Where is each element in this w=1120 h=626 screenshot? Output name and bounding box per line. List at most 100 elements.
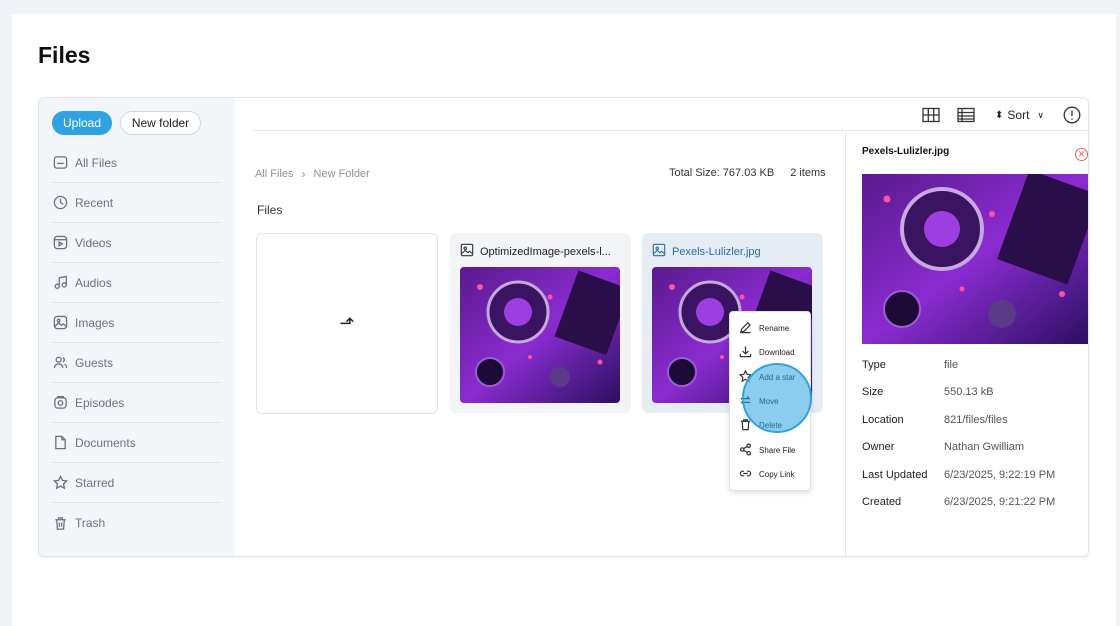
sidebar-item-label: Episodes xyxy=(75,395,125,410)
details-title: Pexels-Lulizler.jpg xyxy=(862,146,950,157)
sidebar-item-recent[interactable]: Recent xyxy=(52,183,222,223)
upload-button[interactable]: Upload xyxy=(52,111,112,135)
sidebar-item-episodes[interactable]: Episodes xyxy=(52,383,222,423)
sidebar-item-label: Starred xyxy=(75,475,115,490)
meta-value: file xyxy=(944,358,959,371)
image-icon xyxy=(460,243,474,260)
sidebar-item-label: Images xyxy=(75,315,115,330)
page-title: Files xyxy=(38,42,91,68)
pencil-icon xyxy=(739,321,752,336)
meta-row-created: Created 6/23/2025, 9:21:22 PM xyxy=(862,489,1082,517)
clock-icon xyxy=(52,195,68,211)
breadcrumb-root[interactable]: All Files xyxy=(255,168,294,180)
sidebar-item-label: Trash xyxy=(75,516,106,530)
meta-value: Nathan Gwilliam xyxy=(944,441,1025,454)
file-preview xyxy=(862,174,1088,344)
context-menu: Rename Download Add a star Move Delete S… xyxy=(729,311,811,491)
sort-dropdown[interactable]: ⬍ Sort ∨ xyxy=(995,106,1044,124)
breadcrumb-current[interactable]: New Folder xyxy=(314,168,370,180)
menu-item-label: Rename xyxy=(759,323,790,333)
move-icon xyxy=(739,394,752,409)
chevron-down-icon: ∨ xyxy=(1037,109,1044,120)
menu-item-label: Delete xyxy=(759,420,783,430)
sort-arrows-icon: ⬍ xyxy=(995,109,1004,121)
menu-item-label: Share File xyxy=(759,445,796,455)
sidebar-item-label: Recent xyxy=(75,195,114,210)
total-size: Total Size: 767.03 KB xyxy=(669,167,775,179)
sidebar-nav: All Files Recent Videos Audios Images Gu… xyxy=(52,143,222,543)
file-name: Pexels-Lulizler.jpg xyxy=(672,245,761,258)
breadcrumb: All Files › New Folder xyxy=(255,167,370,181)
meta-row-type: Type file xyxy=(862,351,1082,379)
item-count: 2 items xyxy=(790,167,826,179)
menu-item-add-star[interactable]: Add a star xyxy=(738,369,796,385)
users-icon xyxy=(52,355,68,371)
trash-icon xyxy=(739,418,752,433)
sidebar-item-starred[interactable]: Starred xyxy=(52,463,222,503)
sidebar-item-label: All Files xyxy=(75,155,118,170)
file-card-header: Pexels-Lulizler.jpg xyxy=(652,243,817,260)
sort-label: Sort xyxy=(1007,108,1030,122)
file-name: OptimizedImage-pexels-l... xyxy=(480,245,611,258)
menu-item-copy-link[interactable]: Copy Link xyxy=(739,466,795,482)
meta-row-location: Location 821/files/files xyxy=(862,406,1082,434)
meta-value: 6/23/2025, 9:21:22 PM xyxy=(944,496,1056,509)
link-icon xyxy=(739,467,752,482)
details-panel: Pexels-Lulizler.jpg ✕ Type file Size 550… xyxy=(846,131,1088,556)
sidebar-item-images[interactable]: Images xyxy=(52,303,222,343)
meta-key: Type xyxy=(862,358,886,371)
meta-value: 550.13 kB xyxy=(944,386,994,399)
image-icon xyxy=(652,243,666,260)
meta-key: Size xyxy=(862,386,884,399)
podcast-icon xyxy=(52,395,68,411)
files-section-title: Files xyxy=(257,203,283,217)
menu-item-download[interactable]: Download xyxy=(739,344,795,360)
sidebar-item-documents[interactable]: Documents xyxy=(52,423,222,463)
trash-icon xyxy=(52,515,68,531)
menu-item-label: Download xyxy=(759,347,795,357)
sidebar-item-all-files[interactable]: All Files xyxy=(52,143,222,183)
file-manager-panel: Upload New folder All Files Recent Video… xyxy=(38,97,1089,557)
meta-value: 821/files/files xyxy=(944,413,1008,426)
info-icon[interactable] xyxy=(1062,105,1082,125)
sidebar-item-videos[interactable]: Videos xyxy=(52,223,222,263)
close-icon[interactable]: ✕ xyxy=(1075,148,1088,161)
folder-summary: Total Size: 767.03 KB 2 items xyxy=(669,167,826,179)
star-icon xyxy=(738,369,753,385)
chevron-right-icon: › xyxy=(301,167,306,181)
meta-key: Created xyxy=(862,496,902,509)
sidebar-item-guests[interactable]: Guests xyxy=(52,343,222,383)
sidebar-item-label: Audios xyxy=(75,275,112,290)
download-icon xyxy=(739,345,752,360)
menu-item-share-file[interactable]: Share File xyxy=(739,442,795,458)
meta-key: Location xyxy=(862,413,904,426)
sidebar-item-label: Documents xyxy=(75,435,136,450)
menu-item-delete[interactable]: Delete xyxy=(739,417,782,433)
meta-row-last-updated: Last Updated 6/23/2025, 9:22:19 PM xyxy=(862,461,1082,489)
sidebar-item-label: Guests xyxy=(75,355,114,370)
grid-view-icon[interactable] xyxy=(921,105,941,125)
sidebar-item-trash[interactable]: Trash xyxy=(52,503,222,543)
menu-item-rename[interactable]: Rename xyxy=(739,320,789,336)
sidebar-item-label: Videos xyxy=(75,235,112,250)
file-card[interactable]: OptimizedImage-pexels-l... xyxy=(450,233,631,413)
file-metadata: Type file Size 550.13 kB Location 821/fi… xyxy=(862,351,1082,516)
sidebar: Upload New folder All Files Recent Video… xyxy=(39,98,235,556)
star-icon xyxy=(52,475,68,491)
meta-key: Owner xyxy=(862,441,895,454)
new-folder-button[interactable]: New folder xyxy=(120,111,201,135)
page: Files Upload New folder All Files Recent… xyxy=(12,14,1116,626)
menu-item-label: Copy Link xyxy=(759,469,795,479)
image-icon xyxy=(52,315,68,331)
document-icon xyxy=(52,435,68,451)
list-view-icon[interactable] xyxy=(956,105,976,125)
meta-row-size: Size 550.13 kB xyxy=(862,379,1082,407)
upload-dropzone[interactable]: ⬏ xyxy=(256,233,438,414)
meta-key: Last Updated xyxy=(862,468,928,481)
share-icon xyxy=(739,443,752,458)
menu-item-label: Add a star xyxy=(759,372,796,382)
sidebar-item-audios[interactable]: Audios xyxy=(52,263,222,303)
menu-item-move[interactable]: Move xyxy=(739,393,779,409)
meta-value: 6/23/2025, 9:22:19 PM xyxy=(944,468,1056,481)
upload-arrow-icon: ⬏ xyxy=(339,313,355,333)
